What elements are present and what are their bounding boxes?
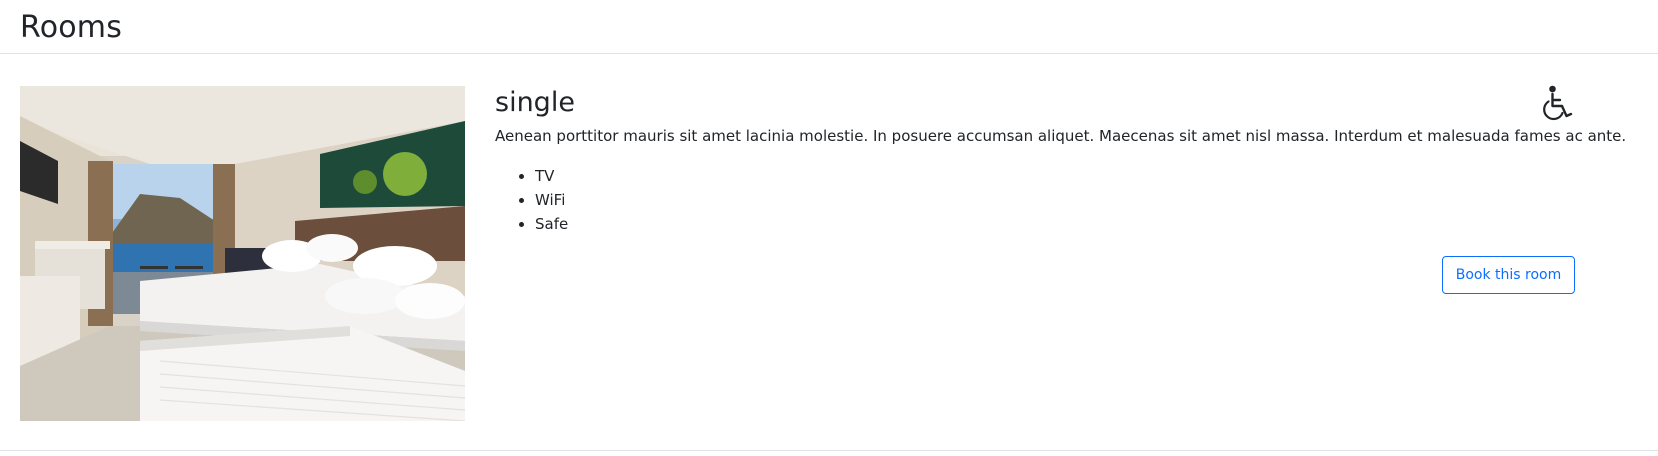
- book-room-button[interactable]: Book this room: [1442, 256, 1575, 294]
- room-details: single Aenean porttitor mauris sit amet …: [495, 84, 1627, 236]
- wheelchair-icon: [1541, 84, 1575, 122]
- page-title: Rooms: [20, 10, 123, 45]
- room-description: Aenean porttitor mauris sit amet lacinia…: [495, 127, 1627, 145]
- feature-item: Safe: [535, 212, 1575, 236]
- room-card: single Aenean porttitor mauris sit amet …: [0, 54, 1658, 451]
- feature-item: WiFi: [535, 188, 1575, 212]
- room-features-list: TV WiFi Safe: [495, 164, 1575, 236]
- page-header: Rooms: [0, 0, 1658, 54]
- feature-item: TV: [535, 164, 1575, 188]
- room-type-title: single: [495, 87, 575, 118]
- room-image: [20, 86, 465, 421]
